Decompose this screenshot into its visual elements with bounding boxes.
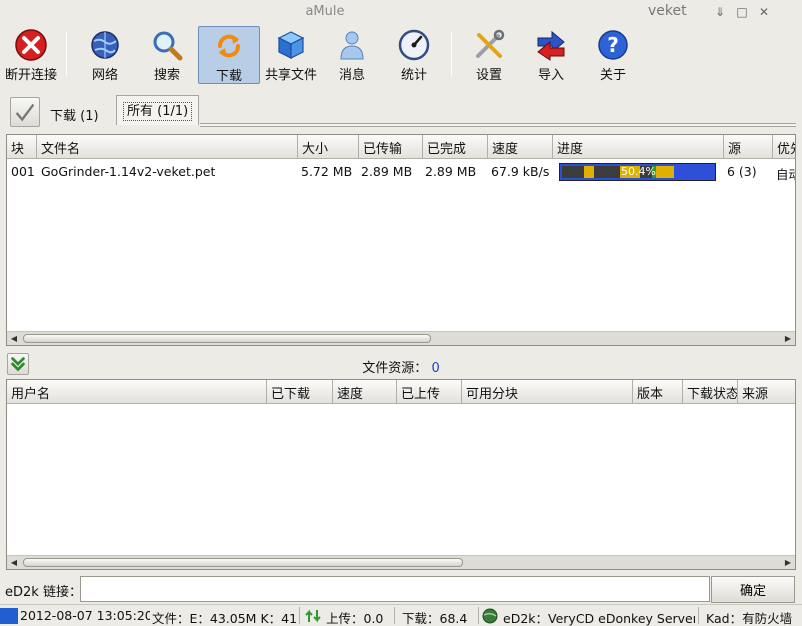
download-button[interactable]: 下载 [198, 26, 260, 84]
shared-box-icon [277, 31, 305, 59]
ed2k-ok-button[interactable]: 确定 [711, 576, 795, 603]
title-bar: aMule veket ⇓ □ ✕ [0, 0, 802, 24]
row-filename: GoGrinder-1.14v2-veket.pet [41, 164, 216, 179]
row-sources: 6 (3) [727, 164, 757, 179]
download-list-hscrollbar[interactable]: ◀ ▶ [7, 331, 795, 345]
ed2k-link-bar: eD2k 链接： 确定 [0, 574, 802, 604]
window-user: veket [648, 3, 687, 19]
status-files: 文件：E：43.05M K：41k [152, 611, 298, 626]
sources-list[interactable]: 用户名 已下载 速度 已上传 可用分块 版本 下载状态 来源 ◀ ▶ [6, 379, 796, 570]
col-uploaded[interactable]: 已上传 [397, 380, 462, 404]
col-completed[interactable]: 已完成 [423, 135, 488, 159]
col-username[interactable]: 用户名 [7, 380, 267, 404]
disconnect-icon [15, 29, 47, 61]
downloads-toggle-button[interactable] [10, 97, 40, 127]
col-source-speed[interactable]: 速度 [333, 380, 397, 404]
status-kad: Kad：有防火墙 [706, 611, 793, 626]
col-priority[interactable]: 优先 [773, 135, 795, 159]
server-globe-icon [482, 608, 500, 626]
network-button[interactable]: 网络 [78, 26, 132, 84]
col-filename[interactable]: 文件名 [37, 135, 298, 159]
scroll-thumb[interactable] [23, 558, 463, 567]
gauge-icon [398, 29, 430, 61]
scroll-right-arrow-icon[interactable]: ▶ [781, 332, 795, 345]
globe-icon [91, 31, 119, 59]
ed2k-label: eD2k 链接： [5, 585, 82, 600]
close-button[interactable]: ✕ [756, 4, 772, 20]
col-downloaded[interactable]: 已下载 [267, 380, 333, 404]
col-version[interactable]: 版本 [633, 380, 683, 404]
sources-count: 0 [431, 361, 440, 376]
download-arrows-icon [218, 34, 240, 58]
col-sources[interactable]: 源 [724, 135, 773, 159]
settings-button[interactable]: 设置 [462, 26, 516, 84]
scroll-right-arrow-icon[interactable]: ▶ [781, 556, 795, 569]
checkmark-icon [15, 103, 35, 122]
search-button[interactable]: 搜索 [140, 26, 194, 84]
downloads-count-label: 下载 (1) [50, 109, 99, 124]
sources-title: 文件资源： 0 [362, 361, 440, 376]
row-speed: 67.9 kB/s [491, 164, 550, 179]
user-icon [340, 31, 364, 60]
svg-text:?: ? [607, 33, 619, 57]
tools-icon [476, 29, 505, 58]
progress-text: 50.4% [621, 165, 656, 178]
col-part[interactable]: 块 [7, 135, 37, 159]
status-server: eD2k：VeryCD eDonkey Server [503, 611, 695, 626]
category-bar: 下载 (1) 所有 (1/1) [6, 93, 796, 129]
sources-header: 文件资源： 0 [0, 350, 802, 378]
row-transferred: 2.89 MB [361, 164, 413, 179]
search-icon [153, 31, 183, 61]
messages-button[interactable]: 消息 [324, 26, 380, 84]
col-size[interactable]: 大小 [298, 135, 359, 159]
updown-arrows-icon [304, 608, 324, 626]
status-bar: 2012-08-07 13:05:20 文件：E：43.05M K：41k 上传… [0, 604, 802, 626]
status-upload: 上传：0.0 [326, 611, 384, 626]
about-button[interactable]: ? 关于 [586, 26, 640, 84]
status-download: 下载：68.4 [402, 611, 468, 626]
col-speed[interactable]: 速度 [488, 135, 553, 159]
help-icon: ? [598, 30, 628, 60]
network-status-icon [0, 608, 18, 624]
col-transferred[interactable]: 已传输 [359, 135, 423, 159]
window-title: aMule [305, 4, 345, 19]
status-datetime: 2012-08-07 13:05:20 [20, 608, 150, 623]
main-toolbar: 断开连接 网络 搜索 下载 共享文件 消息 统计 设置 导入 ? 关于 [0, 24, 802, 88]
tab-all[interactable]: 所有 (1/1) [116, 95, 200, 125]
col-progress[interactable]: 进度 [553, 135, 724, 159]
download-progress-bar: 50.4% [559, 163, 716, 181]
maximize-button[interactable]: □ [734, 4, 750, 20]
row-priority: 自动 [776, 167, 795, 182]
shared-files-button[interactable]: 共享文件 [262, 26, 320, 84]
col-download-status[interactable]: 下载状态 [683, 380, 738, 404]
row-part: 001 [11, 164, 35, 179]
minimize-button[interactable]: ⇓ [712, 4, 728, 20]
sources-list-hscrollbar[interactable]: ◀ ▶ [7, 555, 795, 569]
disconnect-button[interactable]: 断开连接 [2, 26, 60, 84]
col-available-parts[interactable]: 可用分块 [462, 380, 633, 404]
scroll-left-arrow-icon[interactable]: ◀ [7, 556, 21, 569]
statistics-button[interactable]: 统计 [386, 26, 442, 84]
col-origin[interactable]: 来源 [738, 380, 795, 404]
scroll-left-arrow-icon[interactable]: ◀ [7, 332, 21, 345]
ed2k-link-input[interactable] [80, 576, 710, 602]
row-completed: 2.89 MB [425, 164, 477, 179]
row-size: 5.72 MB [301, 164, 353, 179]
scroll-thumb[interactable] [23, 334, 431, 343]
import-button[interactable]: 导入 [524, 26, 578, 84]
import-arrows-icon [537, 30, 565, 61]
